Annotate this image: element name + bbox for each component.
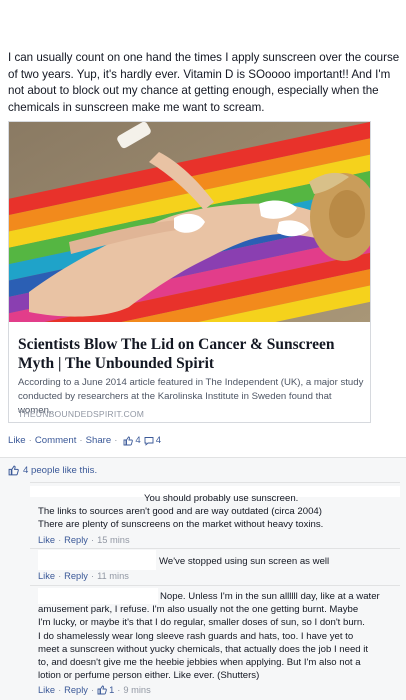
- divider: [30, 585, 400, 586]
- separator-dot: ·: [90, 685, 95, 695]
- comment-line: We've stopped using sun screen as well: [159, 556, 330, 567]
- comment-line: to, and doesn't give me the heebie jebbi…: [38, 657, 361, 669]
- likes-summary-text[interactable]: 4 people like this.: [23, 465, 97, 476]
- comment-line: There are plenty of sunscreens on the ma…: [38, 519, 324, 531]
- comment-line: meet a sunscreen without yucky chemicals…: [38, 643, 369, 655]
- separator-dot: ·: [79, 435, 83, 446]
- comment-like-link[interactable]: Like: [38, 685, 55, 695]
- comment-like-link[interactable]: Like: [38, 535, 55, 545]
- comment-count-value: 4: [155, 435, 162, 446]
- separator-dot: ·: [58, 685, 62, 695]
- separator-dot: ·: [28, 435, 32, 446]
- comment: Nope. Unless I'm in the sun allllll day,…: [38, 590, 380, 682]
- comment-line: Nope. Unless I'm in the sun allllll day,…: [160, 591, 380, 602]
- comment-reply-link[interactable]: Reply: [64, 535, 88, 545]
- separator-dot: ·: [90, 535, 95, 545]
- like-count[interactable]: 4: [123, 435, 141, 446]
- comment-line: lotion or perfume person either. Like ev…: [38, 670, 260, 682]
- comment-time[interactable]: 9 mins: [123, 685, 150, 695]
- article-image[interactable]: [9, 122, 370, 322]
- comment-line: amusement park, I refuse. I'm also usual…: [38, 604, 359, 616]
- comment-reply-link[interactable]: Reply: [64, 571, 88, 581]
- comment: You should probably use sunscreen. The l…: [38, 492, 323, 532]
- comment-meta: Like · Reply · 1 · 9 mins: [38, 685, 151, 695]
- comment-reply-link[interactable]: Reply: [64, 685, 88, 695]
- comment-like-count[interactable]: 1: [97, 685, 114, 695]
- divider: [30, 482, 400, 483]
- comment-like-link[interactable]: Like: [38, 571, 55, 581]
- comment-like-count-value: 1: [109, 685, 115, 695]
- thumbs-up-icon: [97, 685, 107, 695]
- share-link[interactable]: Share: [86, 435, 112, 446]
- post-text: I can usually count on one hand the time…: [8, 51, 400, 114]
- comment-line: I'm lucky, or maybe it's that I do regul…: [38, 617, 365, 629]
- comment-time[interactable]: 15 mins: [97, 535, 130, 545]
- comment: We've stopped using sun screen as well: [38, 555, 329, 568]
- article-title[interactable]: Scientists Blow The Lid on Cancer & Suns…: [18, 335, 363, 373]
- comment-meta: Like · Reply · 15 mins: [38, 535, 130, 545]
- separator-dot: ·: [117, 685, 121, 695]
- comment-meta: Like · Reply · 11 mins: [38, 571, 129, 581]
- thumbs-up-icon: [8, 465, 19, 476]
- comments-section: You should probably use sunscreen. The l…: [0, 482, 406, 700]
- like-count-value: 4: [135, 435, 141, 446]
- article-domain: THEUNBOUNDEDSPIRIT.COM: [18, 409, 145, 419]
- comment-line: I do shamelessly wear long sleeve rash g…: [38, 630, 354, 642]
- separator-dot: ·: [114, 435, 118, 446]
- separator-dot: ·: [90, 571, 95, 581]
- beach-towel-photo: [9, 122, 370, 322]
- separator-dot: ·: [58, 535, 62, 545]
- comment-count[interactable]: 4: [144, 435, 161, 446]
- comment-link[interactable]: Comment: [35, 435, 77, 446]
- likes-summary: 4 people like this.: [8, 465, 97, 476]
- divider: [30, 548, 400, 549]
- link-preview-card[interactable]: Scientists Blow The Lid on Cancer & Suns…: [8, 121, 371, 423]
- separator-dot: ·: [58, 571, 62, 581]
- like-link[interactable]: Like: [8, 435, 26, 446]
- comment-time[interactable]: 11 mins: [97, 571, 129, 581]
- comment-line: The links to sources aren't good and are…: [38, 506, 322, 518]
- thumbs-up-icon: [123, 436, 134, 445]
- comment-bubble-icon: [144, 436, 154, 446]
- comment-line: You should probably use sunscreen.: [144, 493, 299, 504]
- post-actions: Like · Comment · Share · 4 4: [8, 435, 161, 446]
